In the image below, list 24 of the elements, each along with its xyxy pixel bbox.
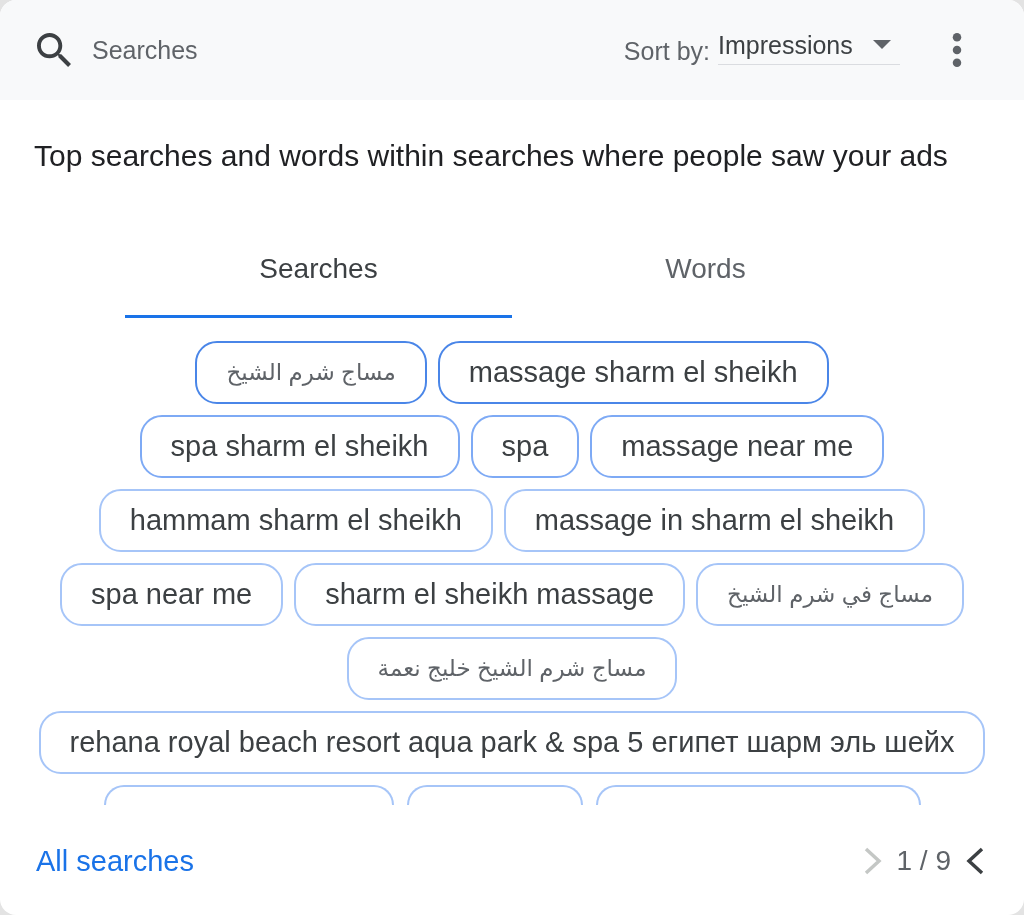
card-description: Top searches and words within searches where people saw your ads [34, 138, 949, 174]
search-term-chip: massage sharm el sheikh [437, 341, 829, 404]
page-indicator: 1 / 9 [896, 844, 951, 878]
search-term-chip: massage in sharm el sheikh [503, 489, 926, 552]
sort-label: Sort by: [623, 36, 710, 66]
search-term-chip: rehana royal beach resort aqua park & spa 5 египет шарм эль шейх [38, 711, 986, 774]
all-searches-link[interactable]: All searches [36, 844, 194, 878]
more-menu-icon[interactable] [952, 33, 962, 67]
search-term-chip: مساج شرم الشيخ [195, 341, 427, 404]
sort-dropdown[interactable]: Impressions [718, 29, 900, 65]
search-term-chip: مساج في شرم الشيخ [696, 563, 964, 626]
caret-icon [873, 40, 891, 49]
card-title: Searches [92, 35, 198, 65]
search-term-chip: massage near me [590, 415, 885, 478]
search-term-chip: spa [470, 415, 580, 478]
search-term-chip: spa near me [60, 563, 284, 626]
search-icon [37, 33, 71, 67]
search-term-chip: مساج شرم الشيخ خليج نعمة [346, 637, 678, 700]
chevron-left-icon[interactable] [966, 847, 985, 875]
tab[interactable]: Words [512, 222, 899, 318]
search-term-chip: spa sharm el sheikh [139, 415, 460, 478]
search-term-chip: hammam sharm el sheikh [98, 489, 493, 552]
search-term-chip: sharm el sheikh massage [294, 563, 686, 626]
tab[interactable]: Searches [125, 222, 512, 318]
